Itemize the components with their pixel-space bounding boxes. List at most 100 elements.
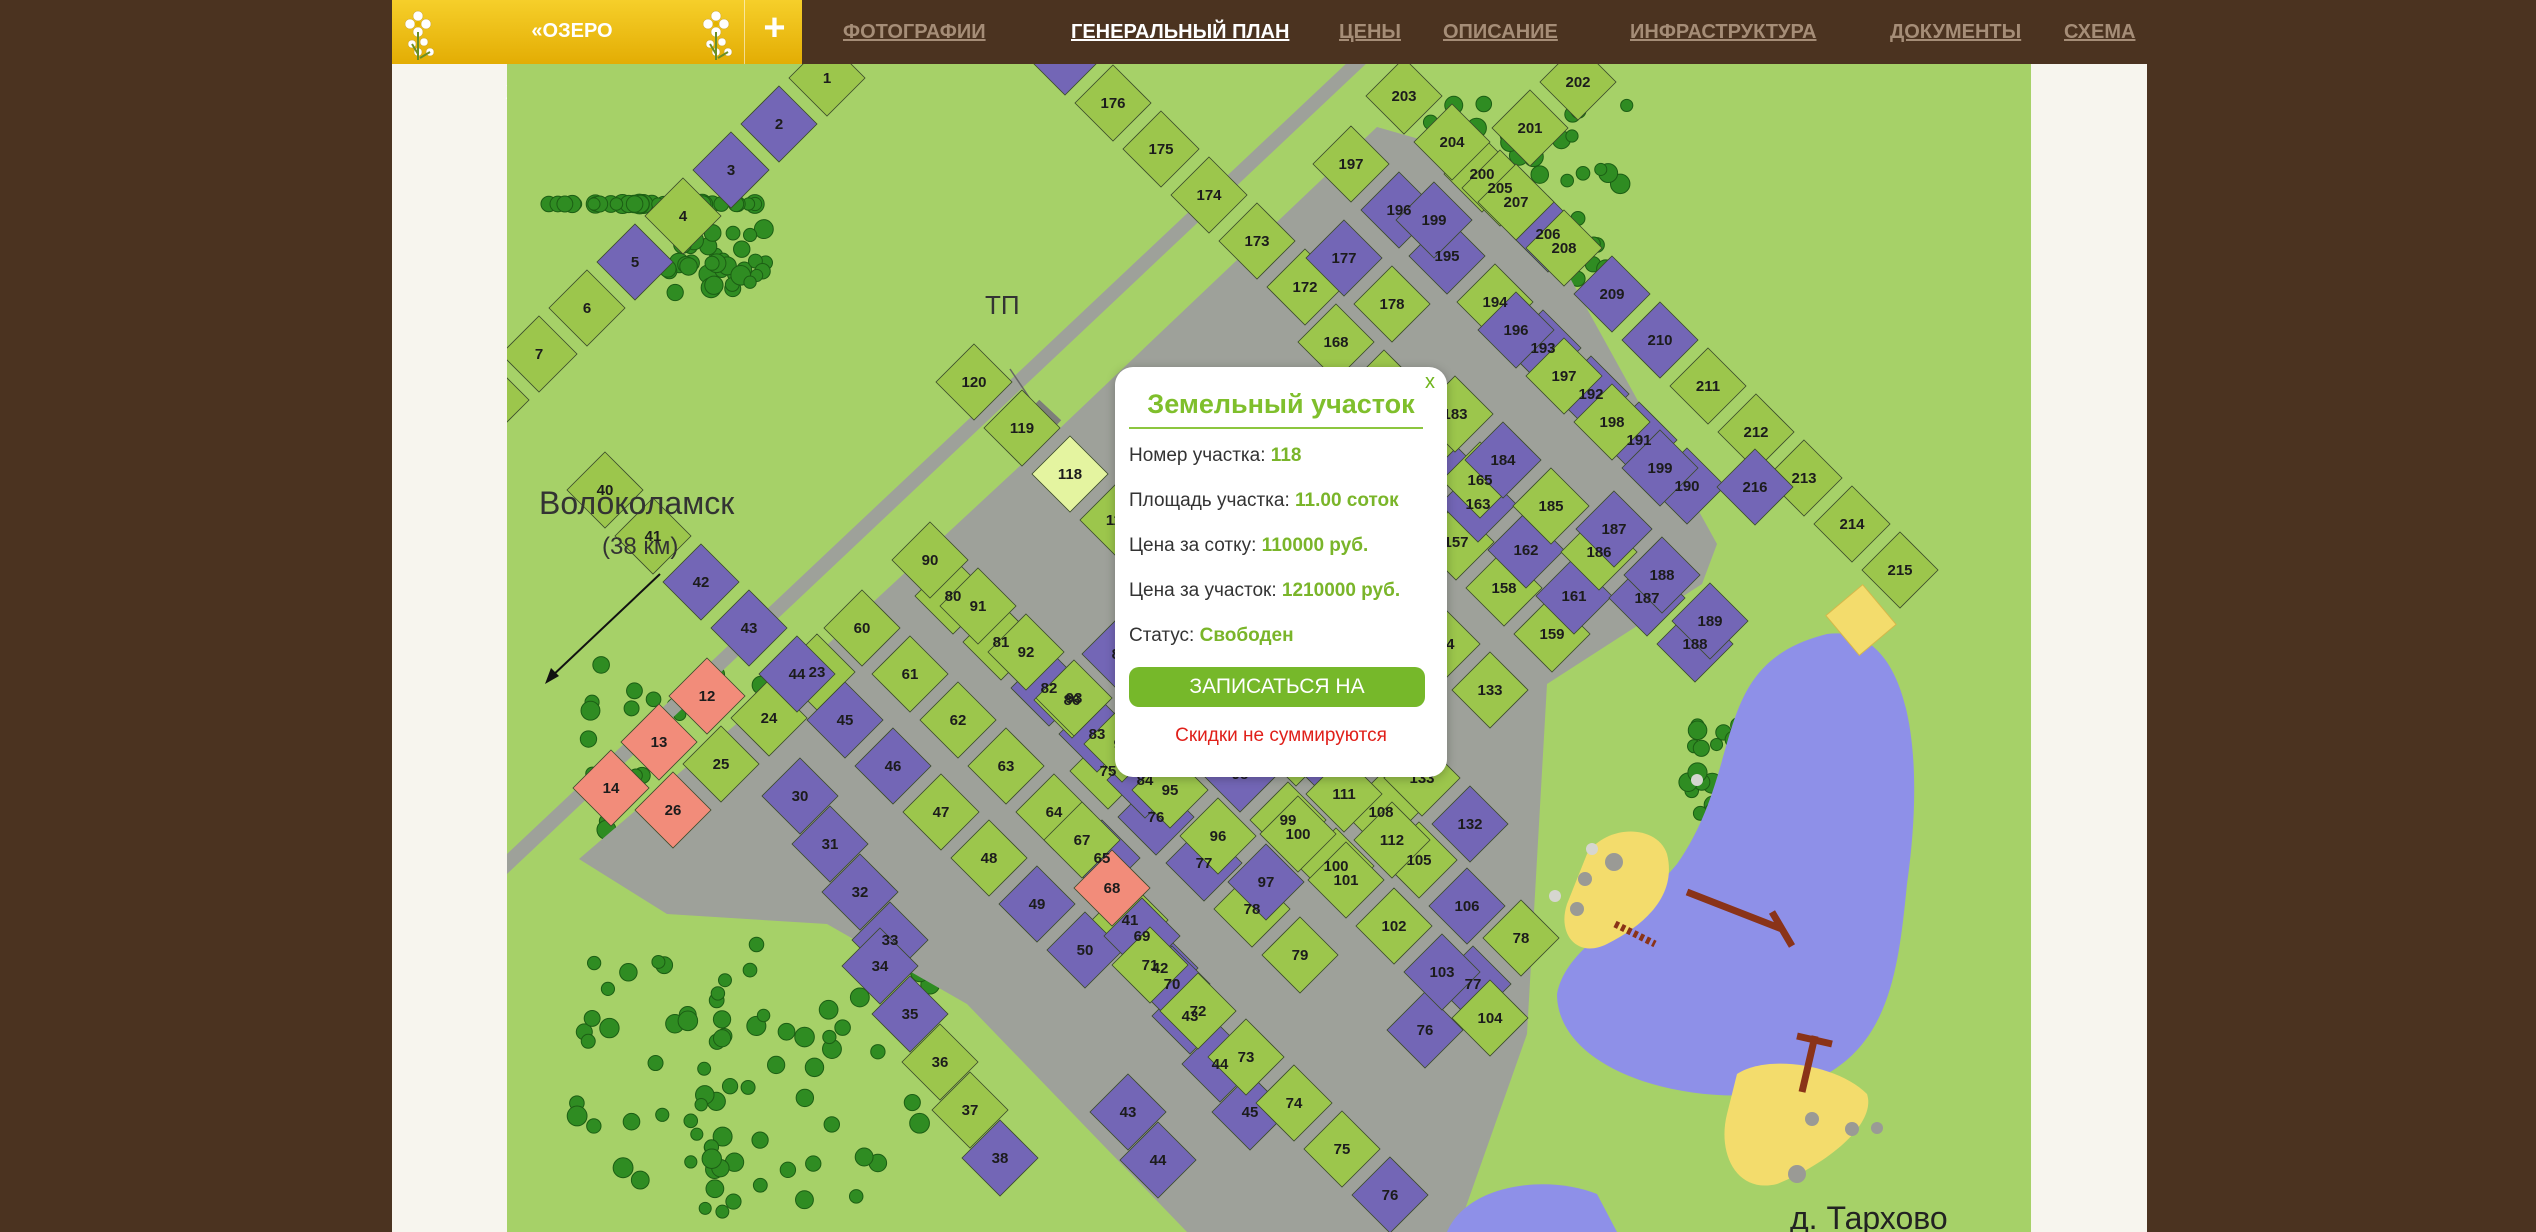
brand-name[interactable]: «ОЗЕРО ЖЕМЧУЖИН»	[472, 0, 672, 104]
plot-number: 165	[1467, 472, 1492, 489]
tree-icon	[701, 1148, 722, 1169]
tree-icon	[870, 1044, 886, 1060]
tree-icon	[1530, 165, 1550, 184]
plot-number: 1	[823, 70, 831, 87]
tree-icon	[622, 1112, 641, 1131]
plot-number: 196	[1503, 322, 1528, 339]
plot-number: 72	[1190, 1003, 1207, 1020]
tree-icon	[619, 963, 638, 982]
tree-icon	[679, 257, 698, 276]
tree-icon	[1565, 129, 1579, 143]
tree-icon	[579, 730, 598, 748]
plot-number: 159	[1539, 626, 1564, 643]
book-viewing-button[interactable]: ЗАПИСАТЬСЯ НА ПРОСМОТР	[1129, 667, 1425, 738]
plot-number: 188	[1649, 567, 1674, 584]
tree-icon	[733, 240, 751, 258]
tree-icon	[718, 973, 732, 988]
plot-number: 45	[837, 712, 854, 729]
brand-block[interactable]: «ОЗЕРО ЖЕМЧУЖИН» +	[392, 0, 802, 104]
plot-number: 108	[1368, 804, 1393, 821]
plot-number: 25	[713, 756, 730, 773]
plot-number: 120	[961, 374, 986, 391]
tree-icon	[592, 656, 610, 674]
plot-number: 35	[902, 1006, 919, 1023]
nav-description[interactable]: ОПИСАНИЕ	[1443, 18, 1558, 46]
plot-number: 214	[1839, 516, 1865, 533]
plot-number: 44	[1212, 1056, 1229, 1073]
nav-prices[interactable]: ЦЕНЫ	[1339, 18, 1401, 46]
plot-number: 80	[945, 588, 962, 605]
plot-number: 105	[1406, 852, 1431, 869]
tree-icon	[795, 1190, 814, 1210]
tree-icon	[834, 1019, 851, 1036]
plot-number: 163	[1465, 496, 1490, 513]
tree-icon	[848, 1189, 864, 1204]
tree-icon	[655, 1107, 670, 1122]
tree-icon	[818, 999, 839, 1020]
plot-number: 211	[1696, 378, 1720, 395]
plot-number: 65	[1094, 850, 1111, 867]
plot-number: 101	[1333, 872, 1358, 889]
tree-icon	[779, 1161, 797, 1179]
plot-number: 48	[981, 850, 998, 867]
plot-number: 216	[1742, 479, 1767, 496]
city-label: Волоколамск	[539, 485, 735, 521]
tree-icon	[712, 1029, 732, 1048]
plot-number: 37	[962, 1102, 979, 1119]
plot-number: 49	[1029, 896, 1046, 913]
plot-number: 76	[1382, 1187, 1399, 1204]
nav-master-plan[interactable]: ГЕНЕРАЛЬНЫЙ ПЛАН	[1071, 18, 1289, 46]
tree-icon	[805, 1155, 822, 1172]
popup-title: Земельный участок	[1147, 389, 1415, 419]
tree-icon	[909, 1112, 930, 1134]
tree-icon	[752, 1177, 768, 1193]
tree-icon	[1575, 165, 1591, 181]
plot-price-value: 1210000 руб.	[1281, 580, 1401, 601]
plot-number: 4	[679, 208, 688, 225]
plot-number: 187	[1601, 521, 1626, 538]
nav-infrastructure[interactable]: ИНФРАСТРУКТУРА	[1630, 18, 1816, 46]
plot-number: 157	[1443, 534, 1468, 551]
tree-icon	[748, 936, 765, 953]
plot-number: 31	[822, 836, 839, 853]
tree-icon	[742, 962, 758, 978]
tree-icon	[710, 986, 726, 1001]
tree-icon	[903, 1093, 921, 1112]
plot-number: 69	[1134, 928, 1151, 945]
plot-number: 118	[1058, 466, 1082, 483]
expand-plus-button[interactable]: +	[747, 0, 802, 64]
plot-number: 60	[854, 620, 871, 637]
plot-number: 209	[1599, 286, 1624, 303]
tree-icon	[690, 1127, 704, 1141]
plot-number: 210	[1647, 332, 1672, 349]
plot-number: 46	[885, 758, 902, 775]
tree-icon	[854, 1147, 874, 1167]
tree-icon	[580, 700, 601, 721]
plot-number: 36	[932, 1054, 949, 1071]
tree-icon	[697, 1061, 712, 1076]
tree-icon	[743, 275, 757, 289]
tree-icon	[651, 954, 666, 969]
plot-number: 191	[1626, 432, 1651, 449]
plot-number: 193	[1530, 340, 1555, 357]
tree-icon	[725, 1193, 742, 1210]
nav-scheme[interactable]: СХЕМА	[2064, 18, 2135, 46]
nav-documents[interactable]: ДОКУМЕНТЫ	[1890, 18, 2021, 46]
tree-icon	[1475, 95, 1493, 113]
plot-number: 213	[1791, 470, 1816, 487]
plot-number: 96	[1210, 828, 1227, 845]
price-per-sotka-row: Цена за сотку: 110000 руб.	[1129, 535, 1369, 556]
plot-number: 161	[1561, 588, 1586, 605]
plot-number: 34	[872, 958, 889, 975]
plot-number: 12	[699, 688, 716, 705]
plot-number: 5	[631, 254, 639, 271]
tree-icon	[756, 1008, 771, 1023]
plot-number: 75	[1334, 1141, 1351, 1158]
tree-icon	[609, 197, 624, 211]
nav-photos[interactable]: ФОТОГРАФИИ	[843, 18, 986, 46]
plot-number: 194	[1482, 294, 1508, 311]
tree-icon	[742, 227, 758, 243]
plot-number: 198	[1599, 414, 1624, 431]
tree-icon	[704, 255, 720, 271]
tree-icon	[612, 1157, 634, 1179]
